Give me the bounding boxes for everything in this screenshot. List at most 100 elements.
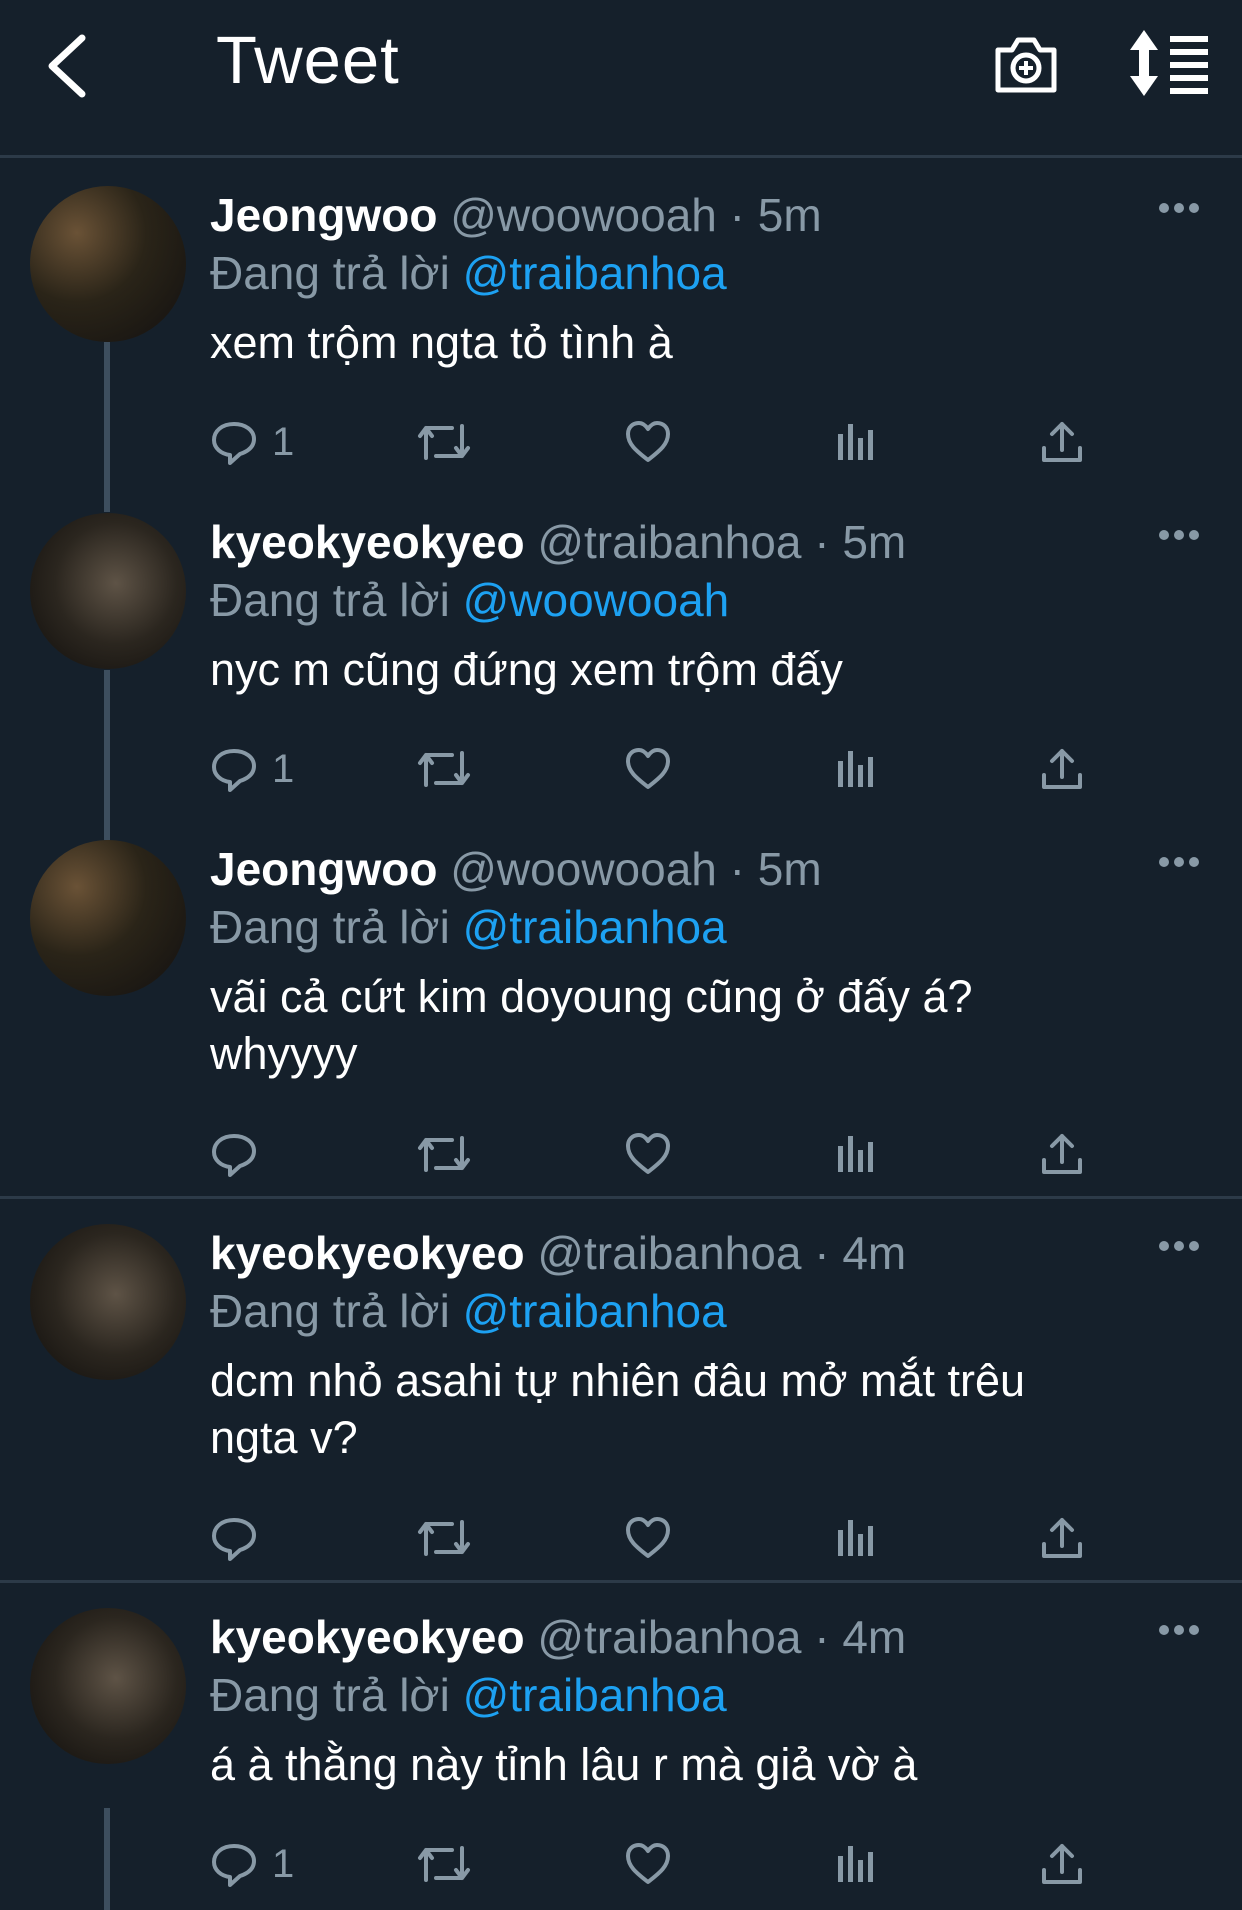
display-name[interactable]: Jeongwoo [210, 189, 437, 241]
reply-count: 1 [272, 1841, 295, 1886]
tweet-text: á à thằng này tỉnh lâu r mà giả vờ à [210, 1739, 918, 1790]
share-icon [1042, 1134, 1082, 1174]
more-icon[interactable] [1158, 202, 1200, 214]
tweet-actions: 1 [210, 414, 1110, 474]
share-button[interactable] [1038, 414, 1086, 470]
tweet-header: Jeongwoo @woowooah · 5m [210, 843, 822, 895]
retweet-icon [418, 1846, 470, 1882]
handle[interactable]: @woowooah [450, 843, 717, 895]
tweet-actions [210, 1510, 1110, 1570]
retweet-icon [418, 424, 470, 460]
reply-button[interactable] [210, 1510, 272, 1566]
like-icon [626, 1843, 670, 1884]
more-icon[interactable] [1158, 856, 1200, 868]
timestamp: 5m [757, 843, 822, 895]
reply-prefix: Đang trả lời [210, 901, 450, 953]
tweet-text: dcm nhỏ asahi tự nhiên đâu mở mắt trêu n… [210, 1355, 1026, 1463]
display-name[interactable]: kyeokyeokyeo [210, 1611, 525, 1663]
reply-button[interactable]: 1 [210, 741, 294, 797]
analytics-button[interactable] [832, 741, 880, 797]
tweet-header: Jeongwoo @woowooah · 5m [210, 189, 822, 241]
divider [0, 1196, 1242, 1199]
like-button[interactable] [624, 414, 672, 470]
like-button[interactable] [624, 1510, 672, 1566]
reply-icon [212, 1518, 256, 1561]
thread-line [104, 670, 110, 840]
avatar[interactable] [30, 1608, 186, 1764]
back-arrow-icon[interactable] [38, 26, 108, 106]
timestamp: 5m [842, 516, 907, 568]
replying-to: Đang trả lời @traibanhoa [210, 1282, 727, 1340]
tweet-text: xem trộm ngta tỏ tình à [210, 317, 673, 368]
avatar[interactable] [30, 186, 186, 342]
reply-prefix: Đang trả lời [210, 1669, 450, 1721]
display-name[interactable]: Jeongwoo [210, 843, 437, 895]
thread-line [104, 342, 110, 512]
replying-to: Đang trả lời @woowooah [210, 571, 729, 629]
share-button[interactable] [1038, 1836, 1086, 1892]
tweet-text: nyc m cũng đứng xem trộm đấy [210, 644, 843, 695]
reply-count: 1 [272, 419, 295, 464]
handle[interactable]: @traibanhoa [537, 516, 801, 568]
avatar[interactable] [30, 513, 186, 669]
like-button[interactable] [624, 741, 672, 797]
reply-mention[interactable]: @traibanhoa [463, 901, 727, 953]
retweet-button[interactable] [416, 1510, 472, 1566]
analytics-button[interactable] [832, 1510, 880, 1566]
replying-to: Đang trả lời @traibanhoa [210, 1666, 727, 1724]
avatar[interactable] [30, 840, 186, 996]
like-icon [626, 421, 670, 462]
share-icon [1042, 749, 1082, 789]
reply-mention[interactable]: @traibanhoa [463, 1285, 727, 1337]
analytics-button[interactable] [832, 1126, 880, 1182]
handle[interactable]: @traibanhoa [537, 1611, 801, 1663]
retweet-button[interactable] [416, 1126, 472, 1182]
retweet-icon [418, 1136, 470, 1172]
share-icon [1042, 1518, 1082, 1558]
reply-icon [212, 422, 256, 465]
retweet-button[interactable] [416, 414, 472, 470]
reply-prefix: Đang trả lời [210, 1285, 450, 1337]
retweet-button[interactable] [416, 1836, 472, 1892]
share-button[interactable] [1038, 1510, 1086, 1566]
analytics-icon [838, 1520, 873, 1556]
like-icon [626, 1517, 670, 1558]
retweet-icon [418, 1520, 470, 1556]
handle[interactable]: @traibanhoa [537, 1227, 801, 1279]
display-name[interactable]: kyeokyeokyeo [210, 516, 525, 568]
reply-button[interactable]: 1 [210, 1836, 294, 1892]
page-title: Tweet [216, 23, 400, 98]
share-icon [1042, 422, 1082, 462]
reply-prefix: Đang trả lời [210, 574, 450, 626]
more-icon[interactable] [1158, 529, 1200, 541]
retweet-button[interactable] [416, 741, 472, 797]
reply-mention[interactable]: @woowooah [463, 574, 730, 626]
analytics-icon [838, 1136, 873, 1172]
reply-button[interactable] [210, 1126, 272, 1182]
share-button[interactable] [1038, 1126, 1086, 1182]
tweet-header: kyeokyeokyeo @traibanhoa · 4m [210, 1227, 907, 1279]
camera-plus-icon[interactable] [992, 30, 1060, 98]
like-button[interactable] [624, 1836, 672, 1892]
reply-icon [212, 1134, 256, 1177]
avatar[interactable] [30, 1224, 186, 1380]
more-icon[interactable] [1158, 1624, 1200, 1636]
like-button[interactable] [624, 1126, 672, 1182]
more-icon[interactable] [1158, 1240, 1200, 1252]
reply-icon [212, 1844, 256, 1887]
reply-button[interactable]: 1 [210, 414, 294, 470]
analytics-button[interactable] [832, 414, 880, 470]
timestamp: 5m [757, 189, 822, 241]
reply-mention[interactable]: @traibanhoa [463, 1669, 727, 1721]
analytics-button[interactable] [832, 1836, 880, 1892]
sort-icon[interactable] [1130, 30, 1210, 96]
replying-to: Đang trả lời @traibanhoa [210, 898, 727, 956]
handle[interactable]: @woowooah [450, 189, 717, 241]
share-button[interactable] [1038, 741, 1086, 797]
display-name[interactable]: kyeokyeokyeo [210, 1227, 525, 1279]
timestamp: 4m [842, 1227, 907, 1279]
reply-mention[interactable]: @traibanhoa [463, 247, 727, 299]
thread-line [104, 1808, 110, 1910]
top-bar: Tweet [0, 0, 1242, 158]
reply-prefix: Đang trả lời [210, 247, 450, 299]
